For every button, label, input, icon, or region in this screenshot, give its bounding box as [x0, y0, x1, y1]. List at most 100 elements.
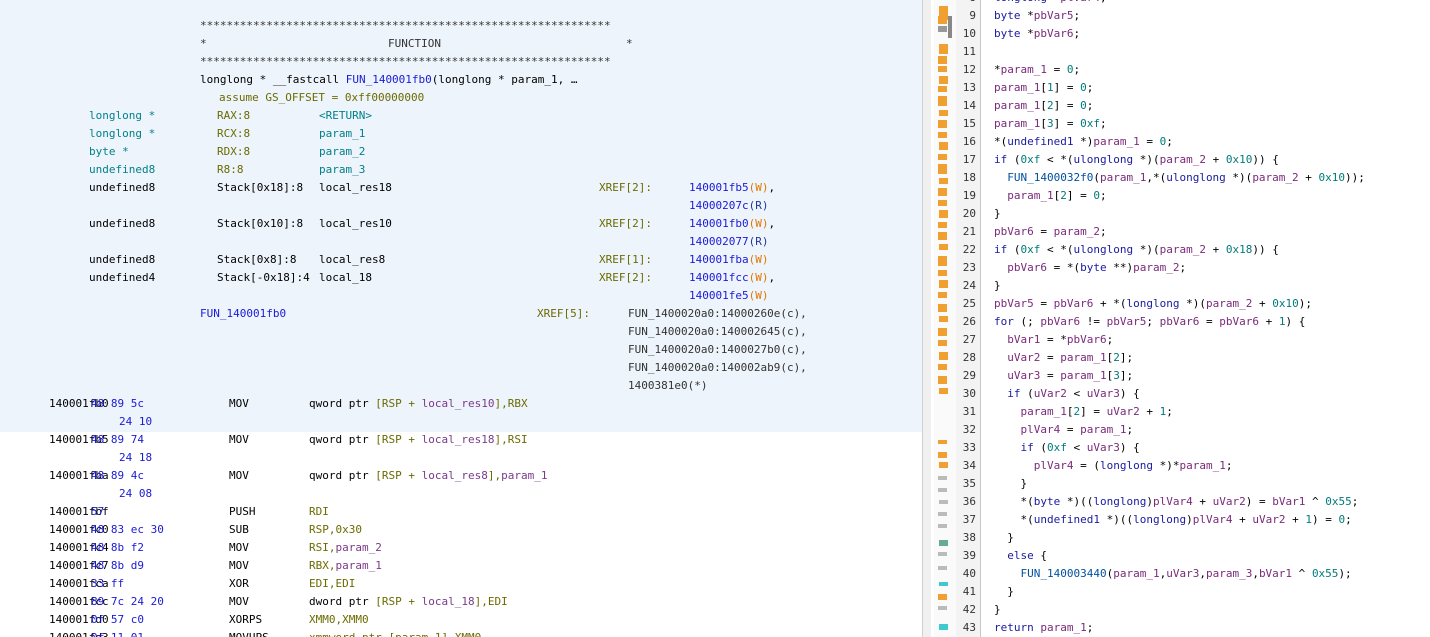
overview-marker[interactable]	[938, 488, 947, 492]
instruction-operands[interactable]: qword ptr [RSP + local_res10],RBX	[309, 397, 528, 411]
code-line[interactable]: else {	[994, 547, 1047, 565]
code-line[interactable]: *(undefined1 *)((longlong)plVar4 + uVar2…	[994, 511, 1351, 529]
instruction-operands[interactable]: qword ptr [RSP + local_res8],param_1	[309, 469, 547, 483]
code-line[interactable]: return param_1;	[994, 619, 1093, 637]
variable[interactable]: pbVar5	[1034, 9, 1074, 22]
instruction-operands[interactable]: RSI,param_2	[309, 541, 382, 555]
code-line[interactable]: param_1[3] = 0xf;	[994, 115, 1107, 133]
overview-marker[interactable]	[938, 524, 947, 528]
code-line[interactable]: if (0xf < uVar3) {	[994, 439, 1140, 457]
variable[interactable]: pbVar6	[1160, 315, 1200, 328]
overview-marker[interactable]	[939, 316, 948, 322]
code-line[interactable]: *(undefined1 *)param_1 = 0;	[994, 133, 1173, 151]
overview-marker[interactable]	[938, 270, 947, 276]
overview-marker[interactable]	[938, 56, 947, 64]
overview-marker[interactable]	[938, 132, 947, 138]
overview-marker[interactable]	[938, 120, 947, 128]
overview-marker[interactable]	[938, 188, 947, 196]
xref-link[interactable]: 140001fb5(W),	[689, 181, 775, 195]
variable[interactable]: param_1	[994, 99, 1040, 112]
code-line[interactable]: param_1[2] = 0;	[994, 187, 1106, 205]
xref-link[interactable]: 140001fcc(W),	[689, 271, 775, 285]
variable[interactable]: uVar2	[1213, 495, 1246, 508]
xref-link[interactable]: 140001fe5(W)	[689, 289, 768, 303]
variable[interactable]: pbVar6	[1040, 315, 1080, 328]
xref-address[interactable]: 140001fe5	[689, 289, 749, 302]
overview-marker[interactable]	[938, 328, 947, 336]
decompiler-panel[interactable]: longlong *plVar4;byte *pbVar5;byte *pbVa…	[986, 0, 1430, 637]
code-line[interactable]: uVar3 = param_1[3];	[994, 367, 1133, 385]
overview-marker[interactable]	[939, 142, 948, 150]
xref-address[interactable]: 140001fb0	[689, 217, 749, 230]
variable[interactable]: param_1	[1021, 405, 1067, 418]
overview-marker[interactable]	[938, 566, 947, 570]
code-line[interactable]: if (0xf < *(ulonglong *)(param_2 + 0x10)…	[994, 151, 1279, 169]
variable[interactable]: bVar1	[1007, 333, 1040, 346]
overview-marker[interactable]	[938, 66, 947, 72]
variable[interactable]: uVar2	[1252, 513, 1285, 526]
variable[interactable]: bVar1	[1272, 495, 1305, 508]
variable[interactable]: uVar3	[1087, 441, 1120, 454]
overview-marker[interactable]	[939, 388, 948, 394]
overview-marker[interactable]	[938, 16, 947, 24]
instruction-operands[interactable]: xmmword ptr [param_1],XMM0	[309, 631, 481, 637]
variable[interactable]: param_2	[1206, 297, 1252, 310]
instruction-operands[interactable]: RDI	[309, 505, 329, 519]
xref-address[interactable]: 140001fcc	[689, 271, 749, 284]
variable[interactable]: pbVar6	[994, 225, 1034, 238]
signature-function-name[interactable]: FUN_140001fb0	[346, 73, 432, 86]
code-line[interactable]: uVar2 = param_1[2];	[994, 349, 1133, 367]
variable[interactable]: param_2	[1160, 153, 1206, 166]
xref-link[interactable]: 140002077(R)	[689, 235, 768, 249]
overview-marker[interactable]	[938, 476, 947, 480]
overview-marker[interactable]	[939, 500, 948, 504]
overview-marker[interactable]	[939, 44, 948, 54]
overview-marker[interactable]	[938, 512, 947, 516]
overview-marker[interactable]	[938, 552, 947, 556]
code-line[interactable]: bVar1 = *pbVar6;	[994, 331, 1113, 349]
variable[interactable]: pbVar6	[1067, 333, 1107, 346]
overview-marker[interactable]	[938, 452, 947, 458]
code-line[interactable]: plVar4 = (longlong *)*param_1;	[994, 457, 1233, 475]
variable[interactable]: plVar4	[1193, 513, 1233, 526]
code-line[interactable]: }	[994, 205, 1001, 223]
instruction-operands[interactable]: qword ptr [RSP + local_res18],RSI	[309, 433, 528, 447]
caller-xref-link[interactable]: FUN_1400020a0:140002645(c),	[628, 325, 807, 339]
variable[interactable]: param_1	[1179, 459, 1225, 472]
code-line[interactable]: pbVar6 = *(byte **)param_2;	[994, 259, 1186, 277]
instruction-operands[interactable]: RSP,0x30	[309, 523, 362, 537]
overview-marker[interactable]	[939, 178, 948, 184]
variable[interactable]: param_3	[1206, 567, 1252, 580]
overview-marker[interactable]	[939, 110, 948, 116]
variable[interactable]: param_1	[1060, 369, 1106, 382]
instruction-operands[interactable]: EDI,EDI	[309, 577, 355, 591]
variable[interactable]: pbVar6	[1034, 27, 1074, 40]
overview-marker[interactable]	[938, 164, 947, 174]
caller-xref-link[interactable]: FUN_1400020a0:140002ab9(c),	[628, 361, 807, 375]
instruction-operands[interactable]: XMM0,XMM0	[309, 613, 369, 627]
overview-marker[interactable]	[939, 352, 948, 360]
variable[interactable]: pbVar6	[1007, 261, 1047, 274]
overview-marker[interactable]	[938, 200, 947, 206]
variable[interactable]: uVar3	[1166, 567, 1199, 580]
code-line[interactable]: }	[994, 277, 1001, 295]
variable[interactable]: param_2	[1133, 261, 1179, 274]
overview-marker[interactable]	[939, 210, 948, 218]
caller-xref-link[interactable]: FUN_1400020a0:1400027b0(c),	[628, 343, 807, 357]
variable[interactable]: param_1	[1080, 423, 1126, 436]
variable[interactable]: uVar3	[1087, 387, 1120, 400]
code-line[interactable]: for (; pbVar6 != pbVar5; pbVar6 = pbVar6…	[994, 313, 1305, 331]
variable[interactable]: param_1	[1093, 135, 1139, 148]
variable[interactable]: plVar4	[1034, 459, 1074, 472]
variable[interactable]: param_2	[1054, 225, 1100, 238]
variable[interactable]: uVar2	[1034, 387, 1067, 400]
overview-marker[interactable]	[939, 280, 948, 288]
code-line[interactable]: }	[994, 475, 1027, 493]
code-line[interactable]: }	[994, 583, 1014, 601]
variable[interactable]: param_1	[994, 117, 1040, 130]
overview-marker[interactable]	[939, 244, 948, 250]
overview-marker[interactable]	[938, 26, 947, 32]
caller-xref-link[interactable]: 1400381e0(*)	[628, 379, 707, 393]
code-line[interactable]: param_1[2] = uVar2 + 1;	[994, 403, 1173, 421]
variable[interactable]: param_1	[1001, 63, 1047, 76]
